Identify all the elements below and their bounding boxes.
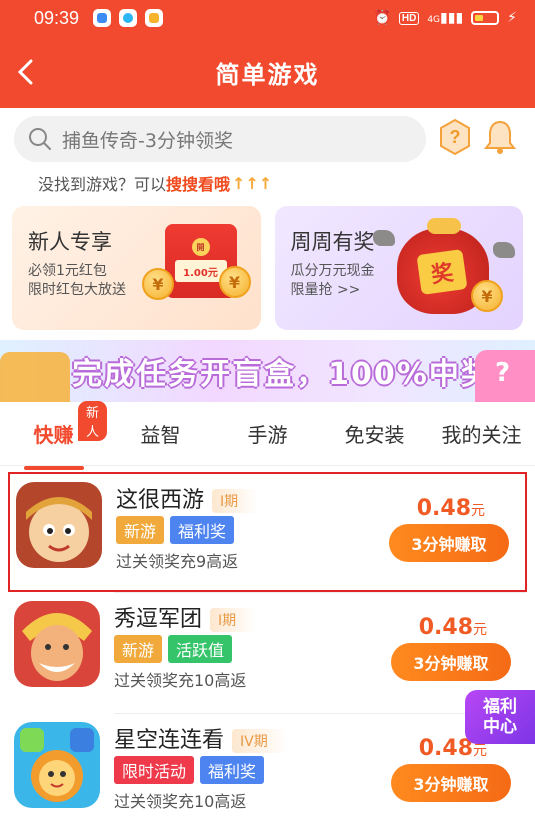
price-value: 0.48 xyxy=(418,615,473,640)
reward-price: 0.48元 xyxy=(419,615,487,640)
nav-bar: 简单游戏 xyxy=(0,36,535,108)
game-row[interactable]: 秀逗军团 I期 新游 活跃值 过关领奖充10高返 0.48元 3分钟赚取 xyxy=(8,593,527,713)
envelope-seal: 開 xyxy=(191,238,210,256)
category-tabs: 快赚 新人 益智 手游 免安装 我的关注 xyxy=(0,401,535,470)
charging-icon: ⚡ xyxy=(507,10,517,26)
coin-icon: ¥ xyxy=(142,268,174,300)
coin-icon: ¥ xyxy=(471,280,503,312)
network-type: 4G xyxy=(427,15,441,25)
search-input[interactable]: 捕鱼传奇-3分钟领奖 xyxy=(14,116,426,162)
status-bar: 09:39 ⏰ HD 4G▮▮▮ ⚡ xyxy=(0,0,535,36)
phase-badge: I期 xyxy=(212,489,259,513)
tab-no-install[interactable]: 免安装 xyxy=(321,419,428,448)
game-row[interactable]: 星空连连看 IV期 限时活动 福利奖 过关领奖充10高返 0.48元 3分钟赚取 xyxy=(8,714,527,820)
earn-button[interactable]: 3分钟赚取 xyxy=(389,524,509,562)
hd-icon: HD xyxy=(398,11,420,25)
rock-icon xyxy=(493,242,515,258)
bag-tag: 奖 xyxy=(416,248,468,296)
game-title: 这很西游 xyxy=(116,488,205,513)
lion-game-icon xyxy=(14,722,100,808)
search-hint: 没找到游戏？可以 搜搜看哦 ↑↑↑ xyxy=(0,166,535,196)
welfare-line2: 中心 xyxy=(483,717,517,737)
newbie-banner[interactable]: 新人专享 必领1元红包 限时红包大放送 開 1.00元 ¥ ¥ xyxy=(12,206,261,330)
price-value: 0.48 xyxy=(418,736,473,761)
game-description: 过关领奖充10高返 xyxy=(114,792,247,811)
game-name: 星空连连看 IV期 xyxy=(114,722,288,754)
game-title: 星空连连看 xyxy=(114,728,225,753)
price-value: 0.48 xyxy=(416,496,471,521)
search-suggest-link[interactable]: 搜搜看哦 xyxy=(166,171,230,195)
bell-icon[interactable] xyxy=(483,119,517,159)
bag-knot xyxy=(427,218,461,234)
game-tags: 新游 福利奖 xyxy=(116,516,235,544)
banner-row: 新人专享 必领1元红包 限时红包大放送 開 1.00元 ¥ ¥ 周周有奖 瓜分万… xyxy=(0,196,535,330)
price-unit: 元 xyxy=(471,503,485,519)
promo-banner[interactable]: 完成任务开盲盒，100%中奖 ? xyxy=(0,340,535,402)
phase-badge: IV期 xyxy=(232,729,288,753)
tag-limited-event: 限时活动 xyxy=(114,756,195,784)
tag-bonus: 福利奖 xyxy=(170,516,235,544)
tab-puzzle[interactable]: 益智 xyxy=(107,419,214,448)
game-name: 这很西游 I期 xyxy=(116,482,259,514)
game-description: 过关领奖充10高返 xyxy=(114,671,247,690)
signal-icon: 4G▮▮▮ xyxy=(427,10,464,26)
search-placeholder: 捕鱼传奇-3分钟领奖 xyxy=(62,129,233,152)
tab-quick-earn[interactable]: 快赚 新人 xyxy=(0,401,107,470)
tab-label: 免安装 xyxy=(344,423,405,447)
status-right: ⏰ HD 4G▮▮▮ ⚡ xyxy=(373,10,517,26)
price-unit: 元 xyxy=(473,743,487,759)
coin-icon: ¥ xyxy=(218,266,251,298)
game-row[interactable]: 这很西游 I期 新游 福利奖 过关领奖充9高返 0.48元 3分钟赚取 xyxy=(8,472,527,592)
tab-mobile-games[interactable]: 手游 xyxy=(214,419,321,448)
app-notification-icon xyxy=(93,9,112,27)
wallet-notification-icon xyxy=(145,9,164,27)
gift-box-icon xyxy=(0,352,70,402)
rock-icon xyxy=(373,230,395,246)
game-title: 秀逗军团 xyxy=(114,607,203,632)
game-tags: 限时活动 福利奖 xyxy=(114,756,265,784)
tag-new-game: 新游 xyxy=(114,635,163,663)
earn-button[interactable]: 3分钟赚取 xyxy=(391,643,511,681)
game-list: 这很西游 I期 新游 福利奖 过关领奖充9高返 0.48元 3分钟赚取 秀逗军团 I… xyxy=(0,466,535,820)
tag-new-game: 新游 xyxy=(116,516,165,544)
status-time: 09:39 xyxy=(34,7,80,28)
search-icon xyxy=(29,128,51,150)
game-description: 过关领奖充9高返 xyxy=(116,552,239,571)
price-unit: 元 xyxy=(473,622,487,638)
reward-price: 0.48元 xyxy=(417,496,485,521)
svg-text:?: ? xyxy=(450,127,461,147)
header: 09:39 ⏰ HD 4G▮▮▮ ⚡ 简单游戏 xyxy=(0,0,535,108)
earn-button[interactable]: 3分钟赚取 xyxy=(391,764,511,802)
tab-label: 手游 xyxy=(247,423,288,447)
battery-icon xyxy=(471,11,500,25)
promo-text: 完成任务开盲盒，100%中奖 xyxy=(72,357,493,392)
game-name: 秀逗军团 I期 xyxy=(114,601,257,633)
monkey-king-game-icon xyxy=(16,482,102,568)
page-title: 简单游戏 xyxy=(215,60,320,89)
weekly-prize-banner[interactable]: 周周有奖 瓜分万元现金 限量抢 >> 奖 ¥ xyxy=(274,206,523,330)
tab-label: 益智 xyxy=(140,423,181,447)
tag-bonus: 福利奖 xyxy=(200,756,265,784)
welfare-center-button[interactable]: 福利 中心 xyxy=(465,690,535,744)
game-tags: 新游 活跃值 xyxy=(114,635,233,663)
tab-label: 快赚 xyxy=(33,423,74,447)
qq-notification-icon xyxy=(119,9,138,27)
help-icon[interactable]: ? xyxy=(438,118,472,160)
up-arrows-icon: ↑↑↑ xyxy=(232,173,273,193)
phase-badge: I期 xyxy=(210,608,257,632)
alarm-icon: ⏰ xyxy=(373,10,391,26)
notification-icons xyxy=(93,9,164,27)
back-arrow-icon[interactable] xyxy=(10,54,40,90)
mystery-box-icon: ? xyxy=(475,350,535,402)
hint-text: 没找到游戏？可以 xyxy=(38,175,167,194)
tag-activity: 活跃值 xyxy=(168,635,233,663)
welfare-line1: 福利 xyxy=(483,697,517,717)
search-row: 捕鱼传奇-3分钟领奖 ? xyxy=(0,108,535,166)
new-user-badge: 新人 xyxy=(78,401,107,441)
hero-game-icon xyxy=(14,601,100,687)
tab-label: 我的关注 xyxy=(441,423,522,447)
tab-my-follows[interactable]: 我的关注 xyxy=(428,419,535,448)
